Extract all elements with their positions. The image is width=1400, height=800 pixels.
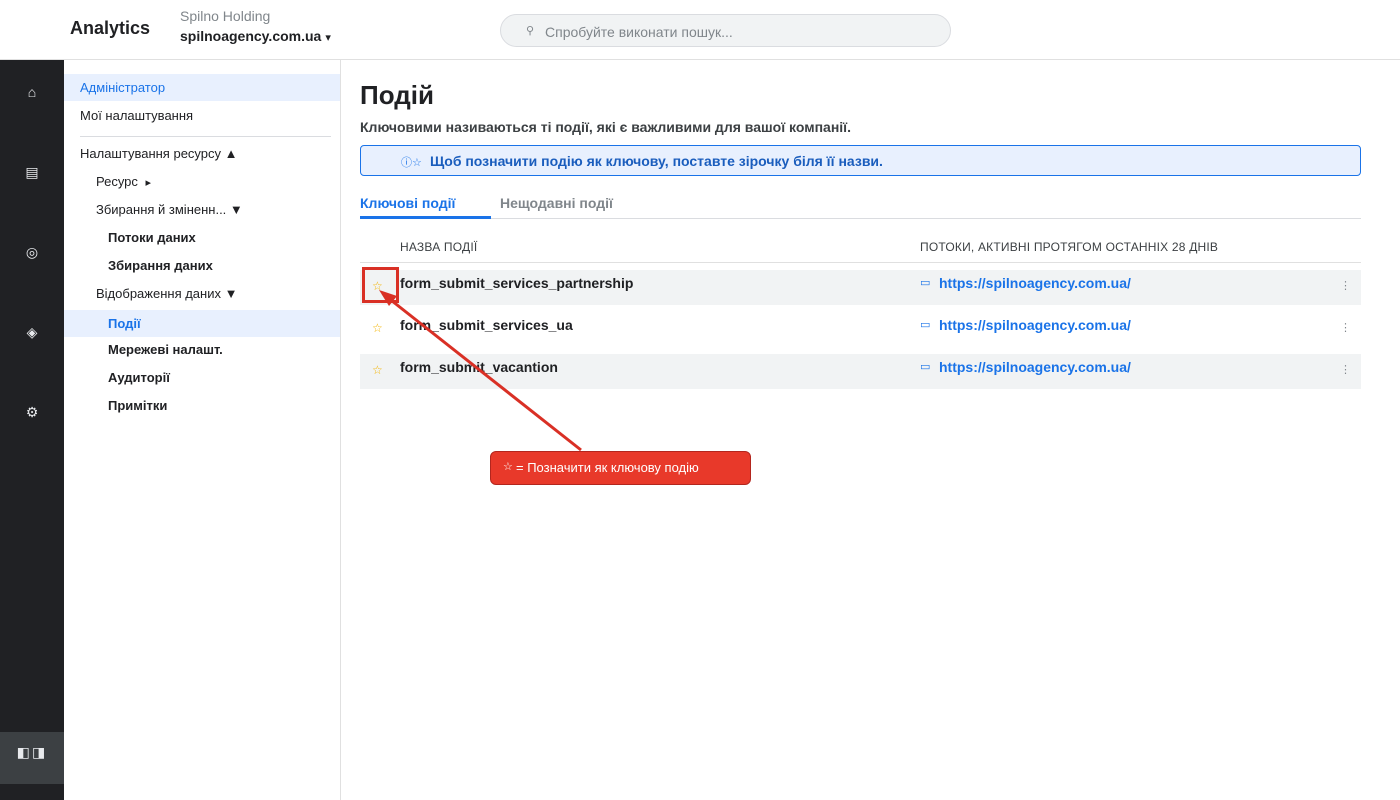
account-name[interactable]: Spilno Holding (180, 8, 270, 24)
reports-icon[interactable]: ▤ (0, 152, 64, 192)
home-icon[interactable]: ⌂ (0, 72, 64, 112)
nav-events[interactable]: Події (64, 310, 340, 337)
chevron-down-icon[interactable]: ▾ (325, 32, 331, 44)
search-icon: ⚲ (526, 25, 535, 37)
callout-text: = Позначити як ключову подію (516, 460, 699, 475)
main-content: Подій Ключовими називаються ті події, як… (341, 60, 1400, 800)
advertising-icon[interactable]: ◈ (0, 312, 64, 352)
nav-admin[interactable]: Адміністратор (64, 74, 340, 101)
nav-notes[interactable]: Примітки (64, 392, 340, 419)
explore-icon[interactable]: ◎ (0, 232, 64, 272)
nav-data-collection[interactable]: Збирання даних (64, 252, 340, 279)
resource-icon: ▸ (145, 177, 152, 189)
left-rail: ⌂ ▤ ◎ ◈ ⚙ ◧◨ (0, 60, 64, 800)
nav-resource-label: Ресурс (96, 174, 138, 189)
nav-audiences[interactable]: Аудиторії (64, 364, 340, 391)
nav-data-streams[interactable]: Потоки даних (64, 224, 340, 251)
collapse-icon[interactable]: ◧◨ (0, 732, 64, 784)
top-bar: Analytics Spilno Holding spilnoagency.co… (0, 0, 1400, 60)
admin-icon[interactable]: ⚙ (0, 392, 64, 432)
nav-my-settings[interactable]: Мої налаштування (64, 102, 340, 129)
annotation-arrow (379, 290, 582, 452)
property-selector[interactable]: spilnoagency.com.ua ▾ (180, 28, 331, 44)
nav-collection[interactable]: Збирання й зміненн... ▼ (64, 196, 340, 223)
star-icon: ☆ (503, 461, 513, 473)
nav-resource[interactable]: Ресурс ▸ (64, 168, 340, 195)
nav-divider (80, 136, 331, 137)
admin-sidenav: Адміністратор Мої налаштування Налаштува… (64, 60, 341, 800)
search-input[interactable]: ⚲ Спробуйте виконати пошук... (500, 14, 951, 47)
annotation-callout: ☆ = Позначити як ключову подію (490, 451, 751, 485)
search-placeholder: Спробуйте виконати пошук... (545, 24, 733, 40)
nav-data-display[interactable]: Відображення даних ▼ (64, 280, 340, 307)
nav-network-settings[interactable]: Мережеві налашт. (64, 336, 340, 363)
nav-property-settings[interactable]: Налаштування ресурсу ▲ (64, 140, 340, 167)
app-title[interactable]: Analytics (70, 18, 150, 39)
property-name[interactable]: spilnoagency.com.ua (180, 28, 321, 44)
